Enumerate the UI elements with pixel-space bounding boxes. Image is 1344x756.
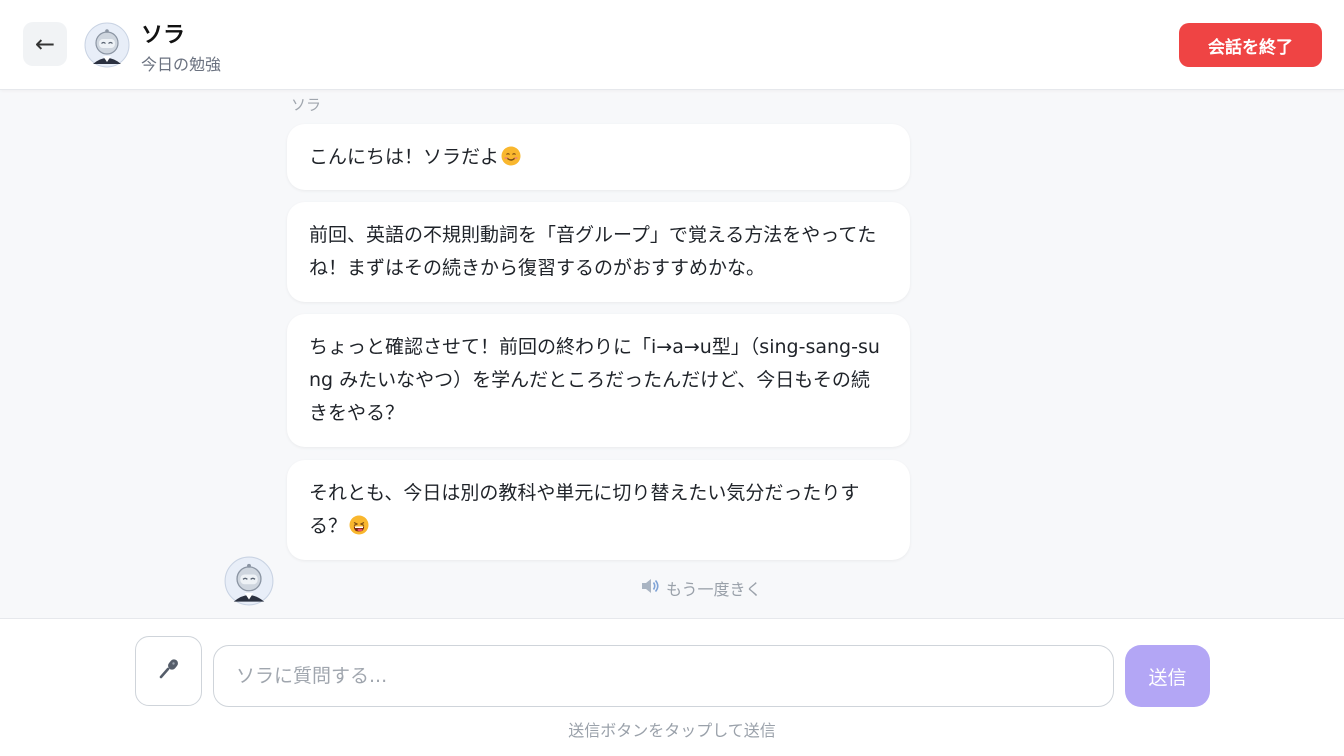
- sender-label: ソラ: [291, 96, 322, 114]
- replay-audio-button[interactable]: もう一度きく: [640, 577, 762, 599]
- message-bubble: ちょっと確認させて！前回の終わりに「i→a→u型」（sing-sang-sung…: [287, 314, 910, 447]
- back-button[interactable]: ←: [23, 22, 67, 66]
- question-input[interactable]: [213, 645, 1114, 707]
- microphone-button[interactable]: [135, 636, 202, 706]
- send-button[interactable]: 送信: [1125, 645, 1210, 707]
- robot-avatar: [224, 556, 274, 606]
- speaker-icon: [640, 577, 660, 599]
- message-bubble: それとも、今日は別の教科や単元に切り替えたい気分だったりする？: [287, 460, 910, 560]
- message-composer: 送信 送信ボタンをタップして送信: [0, 618, 1344, 756]
- message-text: 前回、英語の不規則動詞を「音グループ」で覚える方法をやってたね！まずはその続きか…: [309, 224, 877, 279]
- message-text: こんにちは！ソラだよ: [309, 141, 521, 174]
- message-text: ちょっと確認させて！前回の終わりに「i→a→u型」（sing-sang-sung…: [309, 336, 880, 424]
- message-bubble: 前回、英語の不規則動詞を「音グループ」で覚える方法をやってたね！まずはその続きか…: [287, 202, 910, 302]
- end-conversation-button[interactable]: 会話を終了: [1179, 23, 1322, 67]
- smiling-face-emoji-icon: [501, 144, 521, 165]
- message-text: それとも、今日は別の教科や単元に切り替えたい気分だったりする？: [309, 482, 860, 537]
- header-subtitle: 今日の勉強: [141, 55, 222, 74]
- robot-avatar: [84, 22, 130, 68]
- send-hint: 送信ボタンをタップして送信: [568, 721, 776, 740]
- back-arrow-icon: ←: [34, 30, 56, 58]
- grinning-face-emoji-icon: [349, 513, 369, 535]
- header-title: ソラ: [141, 23, 186, 48]
- app-header: ← ソラ 今日の勉強 会話を終了: [0, 0, 1344, 90]
- replay-label: もう一度きく: [666, 580, 762, 599]
- microphone-icon: [157, 657, 181, 685]
- message-bubble: こんにちは！ソラだよ: [287, 124, 910, 190]
